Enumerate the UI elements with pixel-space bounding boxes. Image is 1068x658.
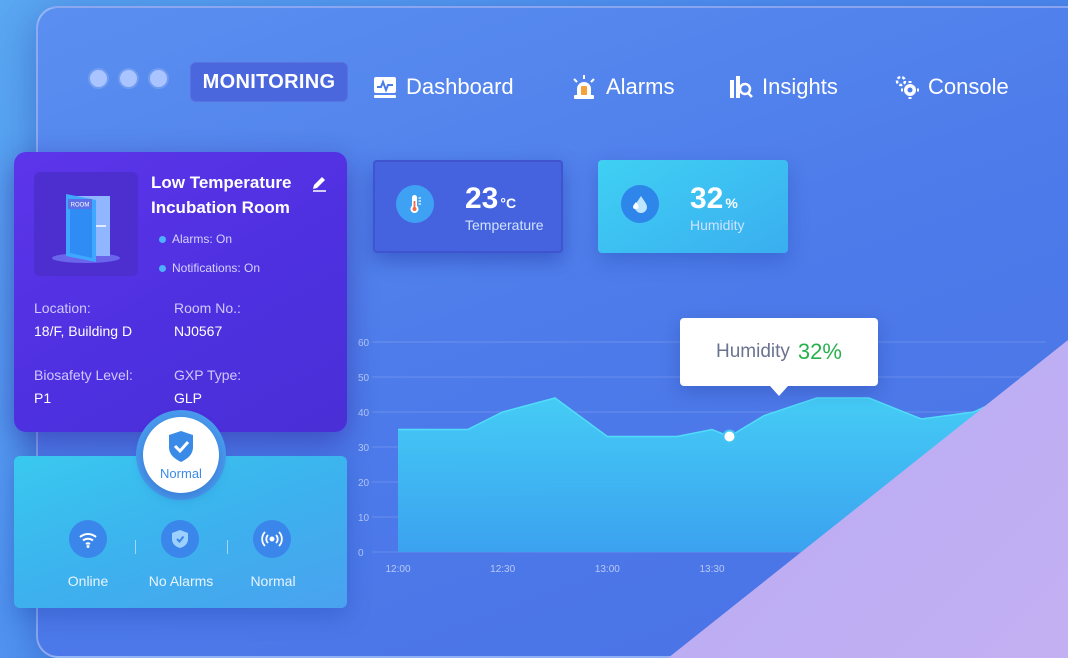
x-tick-label: 12:00: [385, 564, 410, 575]
y-tick-label: 30: [358, 443, 370, 454]
x-tick-label: 13:00: [595, 564, 620, 575]
y-tick-label: 50: [358, 373, 370, 384]
y-tick-label: 20: [358, 478, 370, 489]
highlight-point: [722, 429, 737, 444]
y-tick-label: 60: [358, 338, 370, 349]
y-tick-label: 40: [358, 408, 370, 419]
monitoring-screen: MONITORING Dashboard Alarms Insights Con…: [0, 0, 1068, 658]
tooltip-arrow: [770, 386, 788, 396]
tooltip-value: 32%: [797, 339, 842, 364]
chart-tooltip: Humidity 32%: [680, 318, 878, 386]
x-tick-label: 13:30: [699, 564, 724, 575]
tooltip-label: Humidity: [716, 341, 790, 362]
y-tick-label: 0: [358, 548, 364, 559]
x-tick-label: 12:30: [490, 564, 515, 575]
y-tick-label: 10: [358, 513, 370, 524]
chart-points: [722, 429, 737, 444]
